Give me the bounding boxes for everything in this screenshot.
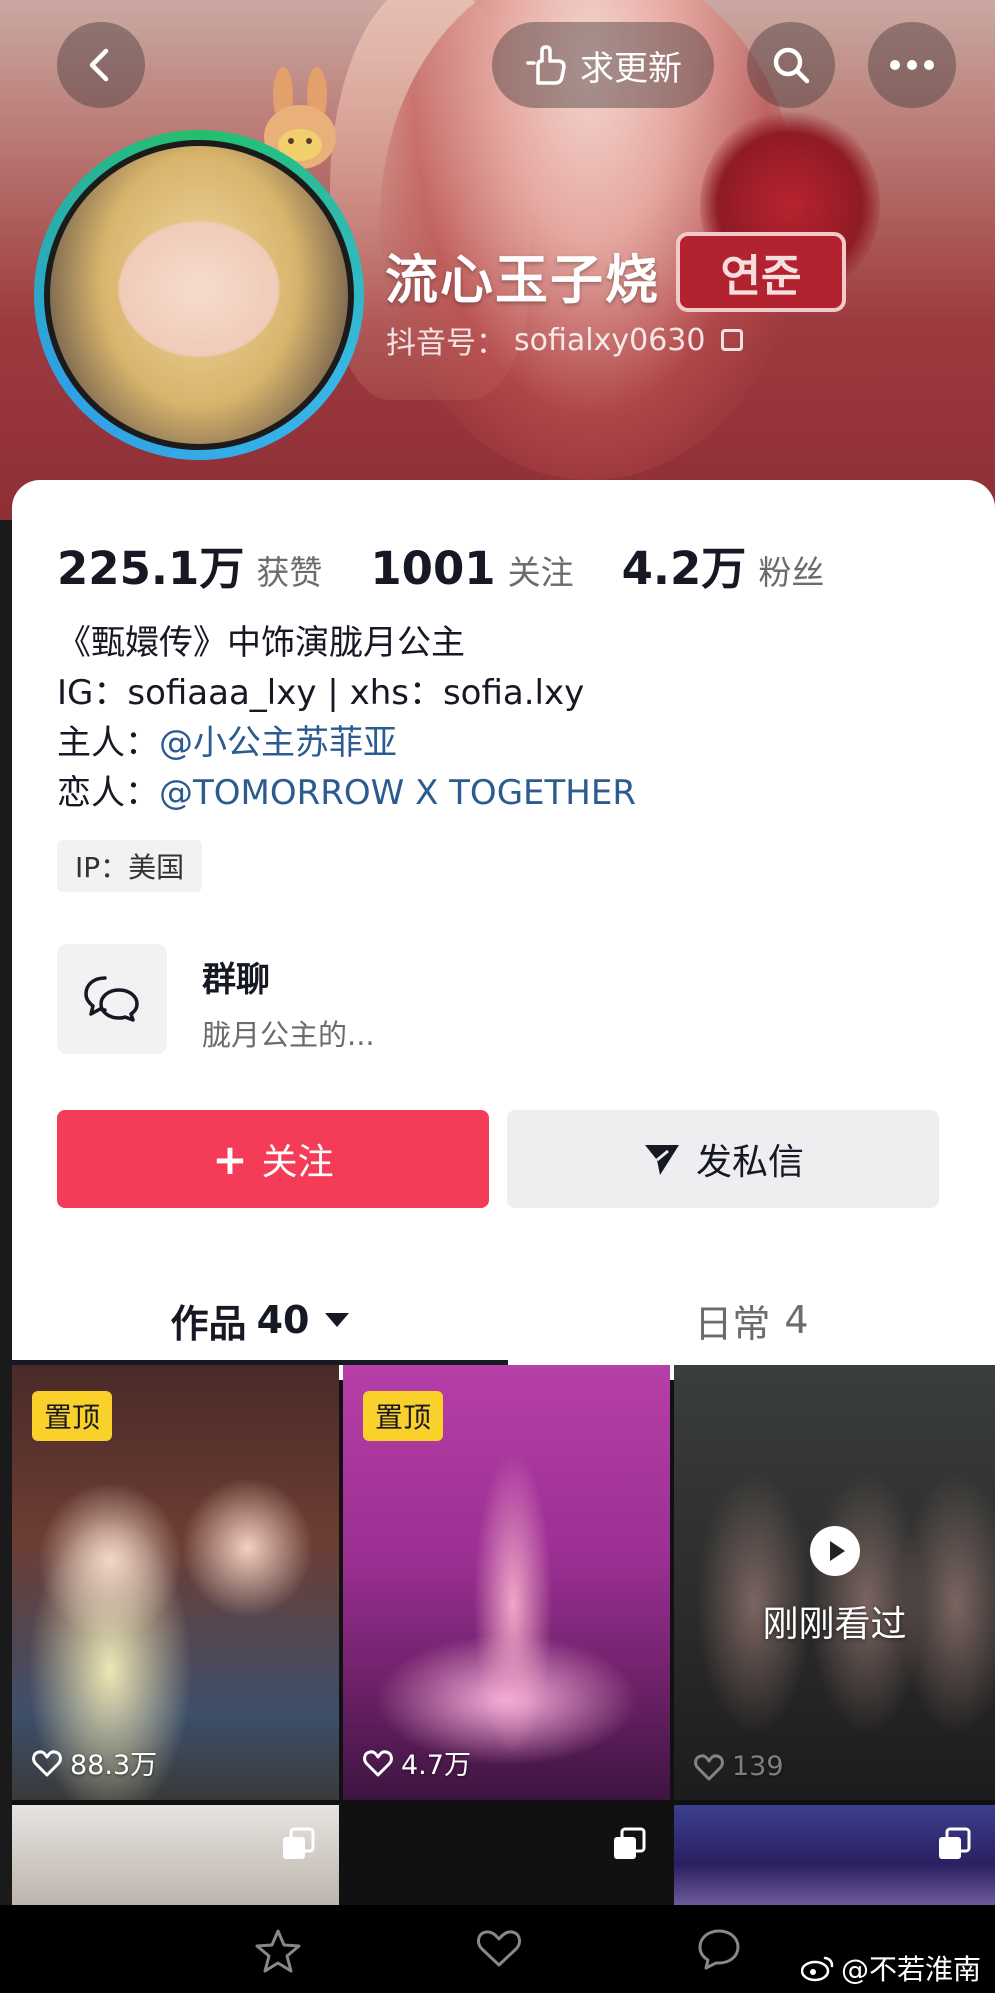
bio-owner-prefix: 主人： [57,723,159,763]
stat-likes[interactable]: 225.1万 获赞 [57,532,322,597]
search-icon [773,47,810,84]
stat-following-label: 关注 [507,553,574,592]
bio-line-1: 《甄嬛传》中饰演胧月公主 [57,623,465,663]
group-chat-title: 群聊 [202,960,270,1000]
multi-image-icon [283,1827,315,1859]
heart-icon[interactable] [476,1927,522,1969]
multi-image-icon [614,1827,646,1859]
more-button[interactable] [868,22,956,108]
follow-button[interactable]: + 关注 [57,1110,489,1208]
video-grid: 置顶 88.3万 置顶 4.7万 刚刚看过 139 [12,1365,995,1905]
group-chat-desc: 胧月公主的... [202,1018,375,1052]
follow-button-label: 关注 [261,1142,334,1183]
video-thumbnail[interactable]: 置顶 88.3万 [12,1365,339,1800]
bio-line-2: IG：sofiaaa_lxy | xhs：sofia.lxy [57,673,585,713]
stat-followers[interactable]: 4.2万 粉丝 [622,532,825,597]
stat-likes-label: 获赞 [256,553,323,592]
recently-watched-overlay: 刚刚看过 [674,1525,995,1647]
hand-point-icon [526,45,566,85]
more-icon [890,60,934,70]
tab-works-count: 40 [256,1298,310,1342]
group-chat-icon-box [57,944,167,1054]
stat-followers-label: 粉丝 [758,553,825,592]
stat-following[interactable]: 1001 关注 [370,542,573,595]
request-update-label: 求更新 [580,48,682,89]
avatar[interactable] [34,130,364,460]
multi-image-icon [939,1827,971,1859]
bio-line-4: 恋人：@TOMORROW X TOGETHER [57,768,636,818]
name-sticker: 연준 [676,232,846,312]
play-icon [809,1526,860,1576]
bio-partner-prefix: 恋人： [57,773,159,813]
bio: 《甄嬛传》中饰演胧月公主 IG：sofiaaa_lxy | xhs：sofia.… [57,618,636,818]
stat-likes-value: 225.1万 [57,542,245,595]
message-button-label: 发私信 [695,1142,804,1183]
profile-name: 流心玉子烧 [385,250,660,311]
watermark: @不若淮南 [800,1948,981,1988]
douyin-id-value: sofialxy0630 [514,322,706,358]
pinned-badge: 置顶 [363,1391,444,1441]
send-icon [644,1145,679,1175]
profile-card: 225.1万 获赞 1001 关注 4.2万 粉丝 《甄嬛传》中饰演胧月公主 I… [12,480,995,1380]
video-likes-count: 88.3万 [70,1750,158,1781]
video-thumbnail[interactable] [343,1805,670,1905]
back-icon [89,48,109,82]
watermark-text: @不若淮南 [840,1953,981,1986]
ip-location-tag: IP：美国 [57,840,203,892]
heart-icon [32,1749,62,1776]
search-button[interactable] [747,22,835,108]
pinned-badge: 置顶 [32,1391,113,1441]
bio-line-3: 主人：@小公主苏菲亚 [57,718,636,768]
star-icon[interactable] [252,1927,304,1977]
tab-works-label: 作品 [170,1301,247,1346]
video-thumbnail[interactable]: 置顶 4.7万 [343,1365,670,1800]
tab-daily-count: 4 [784,1298,809,1342]
copy-icon[interactable] [721,329,744,351]
group-chat-entry[interactable]: 群聊 胧月公主的... [57,944,557,1054]
douyin-id-row[interactable]: 抖音号： sofialxy0630 [386,318,744,362]
dropdown-triangle-icon[interactable] [325,1313,350,1327]
plus-icon: + [212,1134,248,1184]
comment-icon[interactable] [696,1927,742,1971]
mention-partner-link[interactable]: @TOMORROW X TOGETHER [159,773,636,813]
tab-works[interactable]: 作品 40 [12,1270,508,1370]
request-update-button[interactable]: 求更新 [492,22,714,108]
video-likes: 139 [694,1751,784,1782]
heart-icon [363,1749,393,1776]
profile-header: 求更新 流心玉子烧 연준 抖音号： sofialxy0630 [0,0,995,520]
recently-watched-label: 刚刚看过 [762,1604,907,1645]
chat-bubbles-icon [84,976,139,1022]
message-button[interactable]: 发私信 [507,1110,939,1208]
video-likes: 4.7万 [363,1743,471,1782]
mention-owner-link[interactable]: @小公主苏菲亚 [159,723,397,763]
back-button[interactable] [57,22,145,108]
video-likes-count: 139 [732,1751,784,1782]
video-likes: 88.3万 [32,1743,157,1782]
video-thumbnail[interactable] [12,1805,339,1905]
video-thumbnail[interactable]: 刚刚看过 139 [674,1365,995,1800]
video-thumbnail[interactable] [674,1805,995,1905]
stats-row: 225.1万 获赞 1001 关注 4.2万 粉丝 [57,532,872,597]
avatar-image [44,140,354,450]
douyin-id-label: 抖音号： [386,326,506,361]
heart-icon [694,1753,724,1780]
tab-daily-label: 日常 [694,1301,771,1346]
tab-daily[interactable]: 日常 4 [508,1270,995,1370]
stat-followers-value: 4.2万 [621,542,747,595]
video-likes-count: 4.7万 [401,1750,471,1781]
stat-following-value: 1001 [370,542,496,595]
weibo-icon [800,1956,834,1982]
